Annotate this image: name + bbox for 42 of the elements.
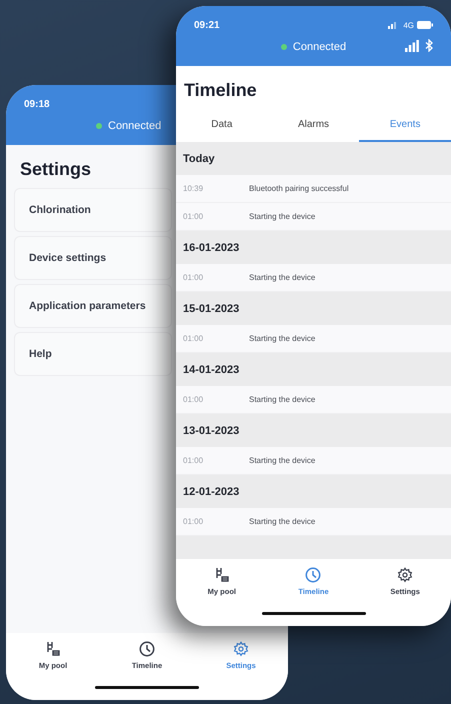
date-header: 12-01-2023 xyxy=(176,475,451,508)
date-header: 16-01-2023 xyxy=(176,231,451,264)
status-time: 09:21 xyxy=(194,20,220,30)
event-text: Starting the device xyxy=(249,456,316,465)
network-label: 4G xyxy=(403,20,414,30)
event-time: 01:00 xyxy=(182,456,204,465)
menu-item[interactable]: Chlorination xyxy=(14,188,172,232)
signal-strength-icon xyxy=(405,40,419,52)
date-header: 13-01-2023 xyxy=(176,414,451,447)
event-text: Starting the device xyxy=(249,334,316,343)
event-time: 01:00 xyxy=(182,273,204,282)
connection-status: Connected xyxy=(108,120,162,132)
event-time: 01:00 xyxy=(182,212,204,221)
event-text: Starting the device xyxy=(249,212,316,221)
tab[interactable]: Data xyxy=(176,101,268,142)
settings-icon xyxy=(233,641,249,657)
event-text: Starting the device xyxy=(249,395,316,404)
settings-icon xyxy=(397,567,414,583)
event-time: 01:00 xyxy=(182,395,204,404)
clock-icon xyxy=(305,567,322,583)
clock-icon xyxy=(139,641,155,657)
pool-ladder-icon xyxy=(45,641,61,657)
page-title: Settings xyxy=(20,159,92,180)
menu-item[interactable]: Application parameters xyxy=(14,284,172,328)
pool-ladder-icon xyxy=(214,567,230,583)
event-text: Starting the device xyxy=(249,517,316,526)
status-time: 09:18 xyxy=(24,98,50,110)
tab[interactable]: Alarms xyxy=(268,101,360,142)
bluetooth-icon xyxy=(425,39,433,52)
event-time: 01:00 xyxy=(182,334,204,343)
menu-item[interactable]: Device settings xyxy=(14,236,172,280)
connection-status: Connected xyxy=(292,41,346,53)
event-time: 01:00 xyxy=(182,517,204,526)
menu-item[interactable]: Help xyxy=(14,332,172,376)
date-header: 14-01-2023 xyxy=(176,353,451,386)
battery-icon xyxy=(417,21,433,29)
date-header: 15-01-2023 xyxy=(176,292,451,325)
event-text: Bluetooth pairing successful xyxy=(249,184,349,193)
event-text: Starting the device xyxy=(249,273,316,282)
page-title: Timeline xyxy=(184,80,258,101)
date-header: Today xyxy=(176,142,451,175)
event-time: 10:39 xyxy=(182,184,204,193)
